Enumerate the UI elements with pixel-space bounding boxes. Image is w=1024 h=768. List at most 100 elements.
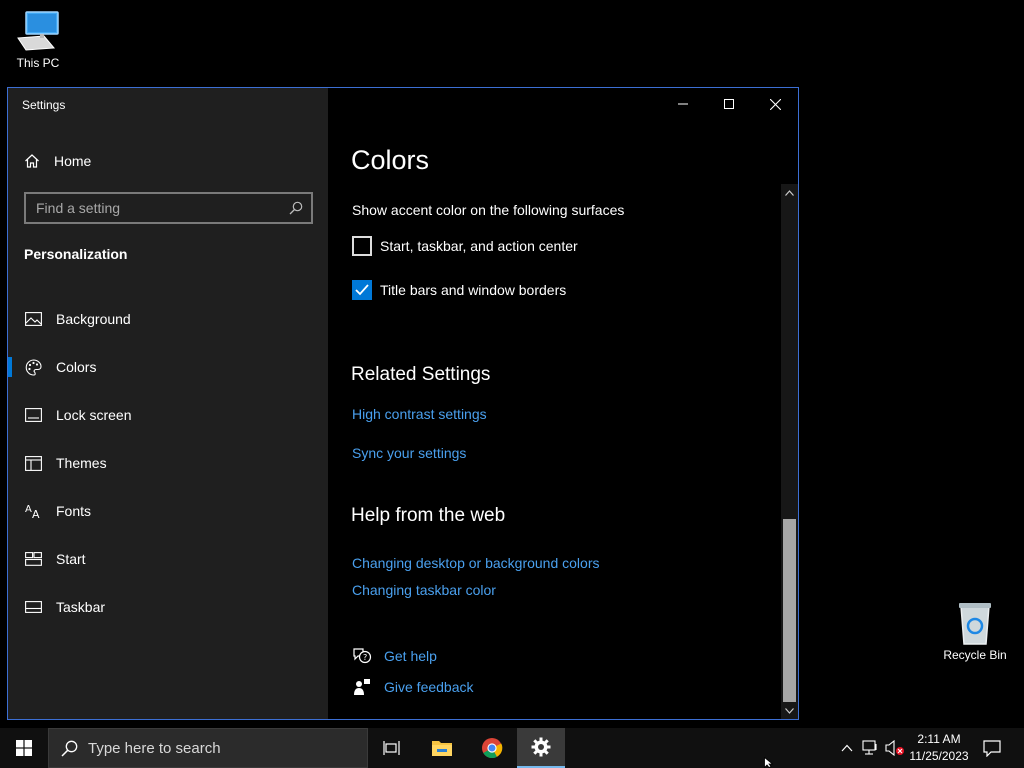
find-setting-search[interactable] <box>24 192 313 224</box>
close-button[interactable] <box>752 88 798 120</box>
section-title: Personalization <box>24 246 128 262</box>
content-scrollbar[interactable] <box>781 184 798 719</box>
find-setting-input[interactable] <box>36 200 276 216</box>
checkbox-label: Title bars and window borders <box>380 282 567 298</box>
taskbar: 2:11 AM 11/25/2023 <box>0 728 1024 768</box>
sidebar-item-themes[interactable]: Themes <box>8 439 328 487</box>
taskbar-search[interactable] <box>48 728 368 768</box>
svg-text:?: ? <box>363 653 367 662</box>
link-sync-settings[interactable]: Sync your settings <box>352 445 466 461</box>
maximize-button[interactable] <box>706 88 752 120</box>
file-explorer-button[interactable] <box>418 728 466 768</box>
sidebar-item-fonts[interactable]: AA Fonts <box>8 487 328 535</box>
sidebar-item-label: Start <box>56 551 86 567</box>
feedback-icon <box>352 678 372 696</box>
minimize-icon <box>678 103 688 105</box>
svg-text:A: A <box>32 508 40 519</box>
sidebar-item-label: Fonts <box>56 503 92 519</box>
home-nav-item[interactable]: Home <box>24 150 91 172</box>
sidebar-item-colors[interactable]: Colors <box>8 343 328 391</box>
action-center-button[interactable] <box>980 728 1004 768</box>
recycle-bin-icon <box>959 603 991 645</box>
picture-icon <box>24 310 42 328</box>
chrome-icon <box>482 738 503 759</box>
chat-help-icon: ? <box>352 647 372 665</box>
network-tray-button[interactable] <box>860 728 882 768</box>
volume-tray-button[interactable] <box>884 728 906 768</box>
settings-taskbar-button[interactable] <box>517 728 565 768</box>
search-icon <box>61 740 78 757</box>
settings-sidebar: Settings Home Personalization Background <box>8 88 328 719</box>
task-view-button[interactable] <box>368 728 416 768</box>
window-title: Settings <box>22 98 66 112</box>
start-button[interactable] <box>0 728 48 768</box>
get-help-link[interactable]: ? Get help <box>352 647 437 665</box>
chevron-down-icon <box>785 707 794 714</box>
scroll-down-button[interactable] <box>781 702 798 719</box>
sidebar-item-label: Themes <box>56 455 107 471</box>
settings-content: Colors Show accent color on the followin… <box>328 88 798 719</box>
fonts-icon: AA <box>24 502 42 520</box>
gear-icon <box>531 737 551 757</box>
svg-text:A: A <box>25 504 32 515</box>
network-icon <box>862 740 877 755</box>
desktop-icon-recycle-bin[interactable]: Recycle Bin <box>937 600 1013 662</box>
chevron-up-icon <box>785 189 794 196</box>
help-web-heading: Help from the web <box>351 505 506 526</box>
settings-window: Settings Home Personalization Background <box>7 87 799 720</box>
lock-screen-icon <box>24 406 42 424</box>
task-view-icon <box>383 741 400 755</box>
palette-icon <box>24 358 42 376</box>
start-icon <box>24 550 42 568</box>
desktop-icon-label: This PC <box>16 56 60 70</box>
content-scroll-area: Show accent color on the following surfa… <box>328 184 780 719</box>
caption-buttons <box>660 88 798 120</box>
scroll-up-button[interactable] <box>781 184 798 201</box>
sidebar-item-lock-screen[interactable]: Lock screen <box>8 391 328 439</box>
search-icon <box>289 201 303 215</box>
link-taskbar-color[interactable]: Changing taskbar color <box>352 582 496 598</box>
sidebar-item-label: Colors <box>56 359 97 375</box>
home-label: Home <box>54 153 92 169</box>
checkmark-icon <box>355 284 369 296</box>
sidebar-item-label: Taskbar <box>56 599 106 615</box>
sidebar-item-label: Background <box>56 311 131 327</box>
checkbox-start-taskbar-row[interactable]: Start, taskbar, and action center <box>352 236 578 256</box>
accent-surfaces-label: Show accent color on the following surfa… <box>352 202 625 218</box>
folder-icon <box>432 741 452 756</box>
chevron-up-icon <box>841 744 853 752</box>
scroll-thumb[interactable] <box>783 519 796 702</box>
page-title: Colors <box>351 145 430 175</box>
taskbar-icon <box>24 598 42 616</box>
get-help-label: Get help <box>384 648 437 664</box>
checkbox-title-bars[interactable] <box>352 280 372 300</box>
themes-icon <box>24 454 42 472</box>
desktop-icon-label: Recycle Bin <box>943 648 1007 662</box>
taskbar-clock[interactable]: 2:11 AM 11/25/2023 <box>904 731 974 765</box>
clock-date: 11/25/2023 <box>909 749 969 763</box>
clock-time: 2:11 AM <box>917 732 961 746</box>
give-feedback-link[interactable]: Give feedback <box>352 678 474 696</box>
taskbar-search-input[interactable] <box>88 739 358 757</box>
sidebar-item-taskbar[interactable]: Taskbar <box>8 583 328 631</box>
personalization-nav: Background Colors Lock screen Themes A A… <box>8 295 328 631</box>
notification-icon <box>983 739 1001 757</box>
give-feedback-label: Give feedback <box>384 679 474 695</box>
sidebar-item-start[interactable]: Start <box>8 535 328 583</box>
close-icon <box>769 98 781 110</box>
home-icon <box>25 154 39 168</box>
maximize-icon <box>724 99 734 109</box>
checkbox-title-bars-row[interactable]: Title bars and window borders <box>352 280 566 300</box>
sidebar-item-background[interactable]: Background <box>8 295 328 343</box>
desktop-icon-this-pc[interactable]: This PC <box>0 8 76 70</box>
link-high-contrast[interactable]: High contrast settings <box>352 406 487 422</box>
link-desktop-colors[interactable]: Changing desktop or background colors <box>352 555 600 571</box>
computer-icon <box>17 11 59 51</box>
sidebar-item-label: Lock screen <box>56 407 132 423</box>
checkbox-start-taskbar[interactable] <box>352 236 372 256</box>
show-hidden-icons-button[interactable] <box>836 728 858 768</box>
related-settings-heading: Related Settings <box>351 364 491 385</box>
chrome-button[interactable] <box>468 728 516 768</box>
volume-muted-icon <box>885 740 904 756</box>
minimize-button[interactable] <box>660 88 706 120</box>
